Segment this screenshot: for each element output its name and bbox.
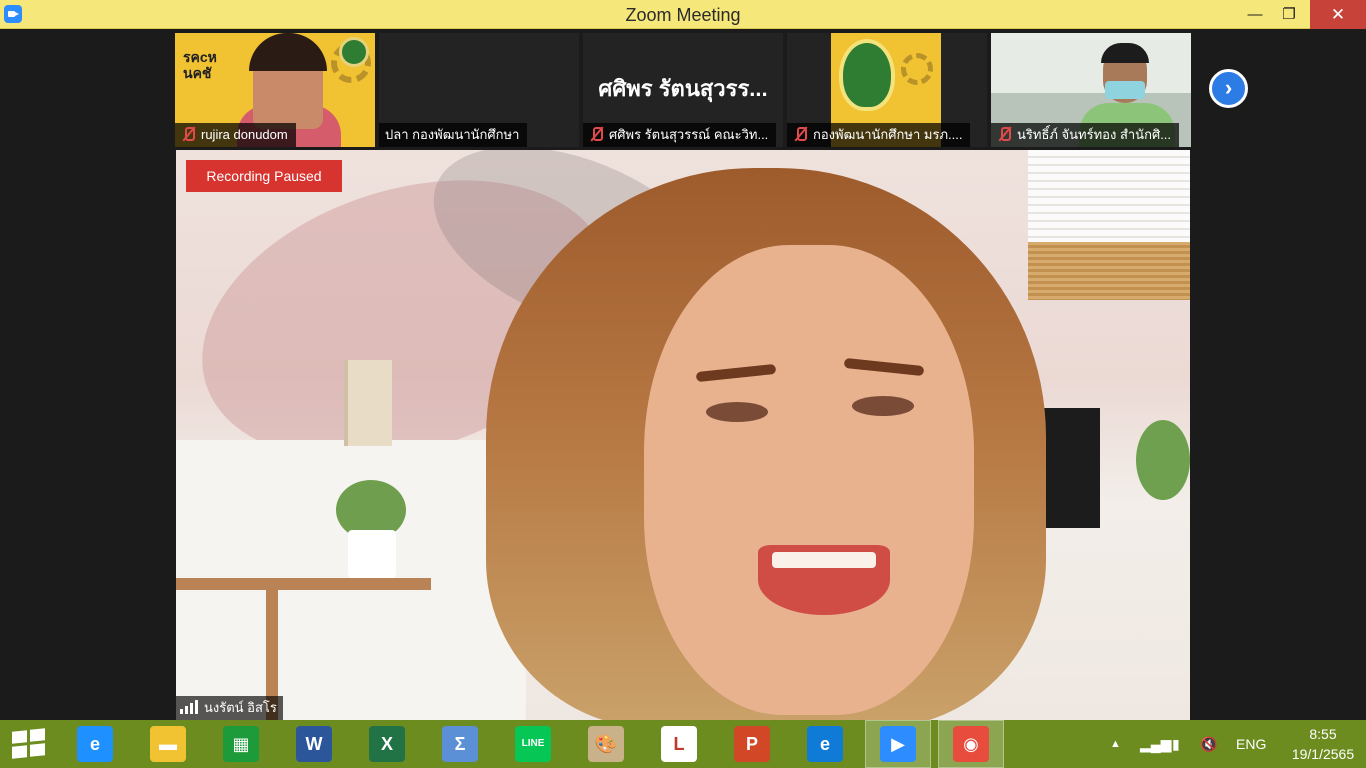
bamboo-blind (1028, 242, 1190, 300)
participant-name: กองพัฒนานักศึกษา มรภ.... (813, 127, 963, 142)
file-explorer-taskbar-button[interactable]: ▬ (135, 720, 201, 768)
participant-hair (249, 33, 327, 71)
books (344, 360, 392, 446)
face-mask (1105, 81, 1145, 99)
monitor (1038, 408, 1100, 528)
taskbar: e ▬ ▦ W X Σ LINE 🎨 L Pe ▶ ◉ ▲ ▂▄▆ ▮ 🔇 ENG 8:55 19/1… (0, 720, 1366, 768)
participant-name: ศศิพร รัตนสุวรรณ์ คณะวิท... (609, 127, 769, 142)
speaker-muted-icon[interactable]: 🔇 (1200, 720, 1217, 768)
system-clock[interactable]: 8:55 19/1/2565 (1288, 724, 1358, 764)
mic-muted-icon (181, 127, 195, 141)
signal-strength-icon (180, 700, 198, 714)
line-icon: LINE (515, 726, 551, 762)
meeting-area: รคcห นคชั rujira donudom ปลา กองพัฒนานัก… (0, 29, 1366, 720)
active-speaker-video[interactable]: Recording Paused นงรัตน์ อิสโร (176, 150, 1190, 720)
speaker-face (644, 245, 974, 715)
clock-time: 8:55 (1309, 726, 1337, 742)
participant-thumbnail[interactable]: นริทธิ์ภ์ จันทร์ทอง สำนักศิ... (991, 33, 1191, 147)
mic-muted-icon (997, 127, 1011, 141)
battery-icon[interactable]: ▮ (1172, 720, 1180, 768)
participant-name-label: rujira donudom (175, 123, 296, 147)
maximize-button[interactable]: ❐ (1272, 0, 1306, 29)
powerpoint-taskbar-button[interactable]: P (719, 720, 785, 768)
participant-display-name: ศศิพร รัตนสุวรร... (598, 76, 768, 101)
paint-taskbar-button[interactable]: 🎨 (573, 720, 639, 768)
math-icon: Σ (442, 726, 478, 762)
participant-name-label: ปลา กองพัฒนานักศึกษา (379, 123, 528, 147)
line-taskbar-button[interactable]: LINE (500, 720, 566, 768)
mic-muted-icon (793, 127, 807, 141)
zoom-taskbar-button[interactable]: ▶ (865, 720, 931, 768)
eye (852, 396, 914, 416)
participant-name: rujira donudom (201, 127, 288, 142)
participant-name-label: กองพัฒนานักศึกษา มรภ.... (787, 123, 971, 147)
file-explorer-icon: ▬ (150, 726, 186, 762)
store-taskbar-button[interactable]: ▦ (208, 720, 274, 768)
mic-muted-icon (589, 127, 603, 141)
university-seal-logo (839, 39, 895, 111)
next-page-button[interactable]: › (1209, 69, 1248, 108)
internet-explorer-taskbar-button[interactable]: e (62, 720, 128, 768)
participant-name: นริทธิ์ภ์ จันทร์ทอง สำนักศิ... (1017, 127, 1172, 142)
word-icon: W (296, 726, 332, 762)
store-icon: ▦ (223, 726, 259, 762)
lisrel-icon: L (661, 726, 697, 762)
poster-text: รคcห นคชั (183, 49, 217, 81)
close-button[interactable]: ✕ (1310, 0, 1366, 29)
math-taskbar-button[interactable]: Σ (427, 720, 493, 768)
chrome-taskbar-button[interactable]: ◉ (938, 720, 1004, 768)
university-seal-logo (339, 37, 369, 67)
participant-thumbnail[interactable]: ปลา กองพัฒนานักศึกษา (379, 33, 579, 147)
excel-icon: X (369, 726, 405, 762)
excel-taskbar-button[interactable]: X (354, 720, 420, 768)
word-taskbar-button[interactable]: W (281, 720, 347, 768)
speaker-name-label: นงรัตน์ อิสโร (176, 696, 283, 720)
title-bar: Zoom Meeting — ❐ ✕ (0, 0, 1366, 29)
participant-thumbnail[interactable]: กองพัฒนานักศึกษา มรภ.... (787, 33, 987, 147)
teeth (772, 552, 876, 568)
participant-name-label: นริทธิ์ภ์ จันทร์ทอง สำนักศิ... (991, 123, 1180, 147)
network-signal-icon[interactable]: ▂▄▆ (1140, 720, 1171, 768)
recording-paused-badge: Recording Paused (186, 160, 342, 192)
chrome-icon: ◉ (953, 726, 989, 762)
internet-explorer-icon: e (77, 726, 113, 762)
tray-overflow-icon[interactable]: ▲ (1110, 720, 1121, 768)
gear-graphic (901, 53, 933, 85)
participant-thumbnail[interactable]: ศศิพร รัตนสุวรร... ศศิพร รัตนสุวรรณ์ คณะ… (583, 33, 783, 147)
participant-thumbnail[interactable]: รคcห นคชั rujira donudom (175, 33, 375, 147)
eye (706, 402, 768, 422)
edge-taskbar-button[interactable]: e (792, 720, 858, 768)
plant-pot (348, 530, 396, 578)
zoom-icon: ▶ (880, 726, 916, 762)
windows-start-icon[interactable] (12, 728, 46, 759)
input-language-indicator[interactable]: ENG (1236, 720, 1266, 768)
plant (1136, 420, 1190, 500)
chevron-right-icon: › (1224, 75, 1233, 100)
shelf (176, 578, 431, 590)
window-title: Zoom Meeting (625, 5, 741, 25)
lisrel-taskbar-button[interactable]: L (646, 720, 712, 768)
office-background (991, 33, 1191, 93)
participant-name-label: ศศิพร รัตนสุวรรณ์ คณะวิท... (583, 123, 777, 147)
clock-date: 19/1/2565 (1291, 746, 1355, 762)
participant-name: ปลา กองพัฒนานักศึกษา (385, 127, 520, 142)
powerpoint-icon: P (734, 726, 770, 762)
minimize-button[interactable]: — (1238, 0, 1272, 29)
paint-icon: 🎨 (588, 726, 624, 762)
speaker-name: นงรัตน์ อิสโร (204, 700, 277, 715)
edge-icon: e (807, 726, 843, 762)
